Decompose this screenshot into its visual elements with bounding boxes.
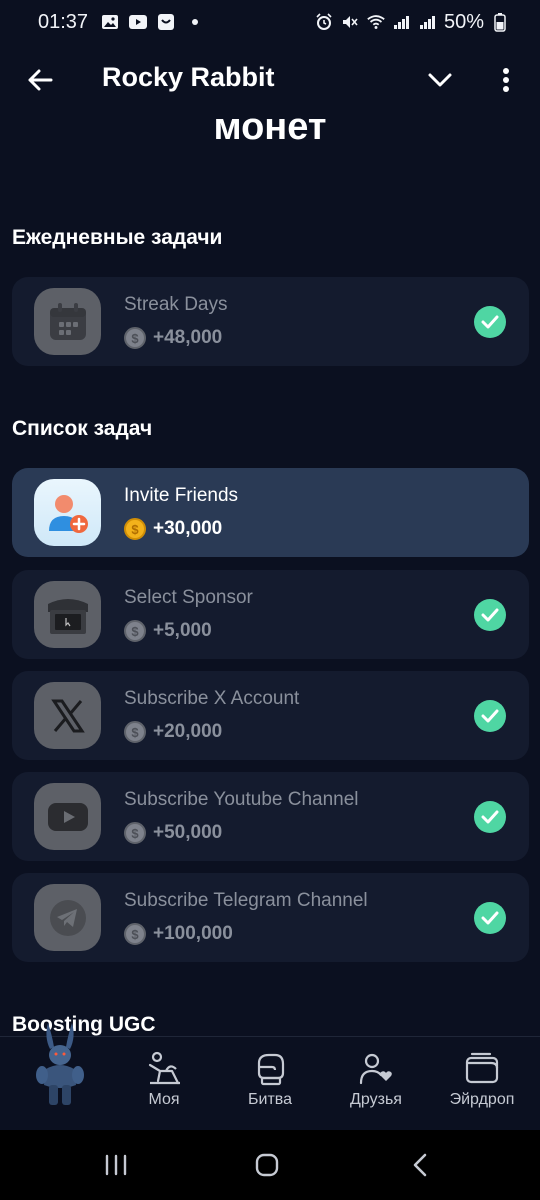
mute-icon (340, 13, 360, 31)
battery-percent: 50% (443, 10, 484, 33)
calendar-icon (34, 288, 101, 355)
task-title: Subscribe X Account (124, 688, 300, 709)
coin-icon: $ (124, 620, 146, 642)
wifi-icon (366, 13, 386, 31)
check-icon (474, 599, 506, 631)
workout-icon (148, 1051, 180, 1085)
task-title: Invite Friends (124, 485, 239, 506)
task-card-invite-friends[interactable]: Invite Friends $ +30,000 (12, 468, 529, 557)
nav-label: Эйрдроп (449, 1091, 515, 1108)
coin-icon: $ (124, 327, 146, 349)
reward-value: +20,000 (153, 721, 223, 742)
task-reward: $ +100,000 (124, 923, 233, 945)
status-bar: 01:37 50% (0, 0, 540, 44)
shop-notification-icon (156, 13, 176, 31)
wallet-icon (465, 1052, 499, 1084)
nav-item-druzya[interactable]: Друзья (331, 1051, 421, 1109)
more-notifications-dot (192, 19, 199, 25)
reward-value: +48,000 (153, 327, 223, 348)
daily-tasks-title: Ежедневные задачи (12, 226, 223, 249)
battery-icon (490, 13, 510, 32)
nav-item-airdrop[interactable]: Эйрдроп (437, 1051, 527, 1109)
nav-label: Друзья (350, 1091, 402, 1108)
nav-item-moya[interactable]: Моя (119, 1051, 209, 1109)
nav-label: Битва (248, 1091, 292, 1108)
task-card-streak-days[interactable]: Streak Days $ +48,000 (12, 277, 529, 366)
check-icon (474, 801, 506, 833)
task-reward: $ +20,000 (124, 721, 222, 743)
signal-icon (392, 13, 412, 31)
coin-icon: $ (124, 721, 146, 743)
home-icon (255, 1153, 279, 1177)
reward-value: +50,000 (153, 822, 223, 843)
task-title: Subscribe Youtube Channel (124, 789, 359, 810)
nav-item-bitva[interactable]: Битва (225, 1051, 315, 1109)
add-user-icon (34, 479, 101, 546)
app-title: Rocky Rabbit (102, 62, 275, 92)
page-heading-fragment: монет (213, 106, 327, 148)
task-list-title: Список задач (12, 417, 153, 440)
alarm-icon (314, 13, 334, 31)
collapse-button[interactable] (422, 62, 458, 98)
signal-2-icon (418, 13, 438, 31)
boxing-glove-icon (257, 1053, 285, 1086)
task-card-subscribe-youtube[interactable]: Subscribe Youtube Channel $ +50,000 (12, 772, 529, 861)
task-reward: $ +5,000 (124, 620, 212, 642)
x-logo-icon (34, 682, 101, 749)
check-icon (474, 902, 506, 934)
task-title: Select Sponsor (124, 587, 253, 608)
task-reward: $ +50,000 (124, 822, 222, 844)
more-vertical-icon (503, 68, 509, 92)
task-reward: $ +30,000 (124, 518, 222, 540)
status-time: 01:37 (38, 10, 89, 33)
recent-apps-icon (105, 1154, 127, 1176)
check-icon (474, 306, 506, 338)
task-title: Streak Days (124, 294, 228, 315)
bottom-nav: Моя Битва Друзья Эйрдроп (0, 1023, 540, 1130)
recent-apps-button[interactable] (96, 1150, 136, 1180)
back-button[interactable] (22, 62, 58, 98)
reward-value: +100,000 (153, 923, 233, 944)
task-reward: $ +48,000 (124, 327, 222, 349)
system-nav-bar (0, 1130, 540, 1200)
coin-icon: $ (124, 518, 146, 540)
task-card-select-sponsor[interactable]: Select Sponsor $ +5,000 (12, 570, 529, 659)
app-header: Rocky Rabbit (0, 52, 540, 104)
chevron-left-icon (413, 1153, 427, 1177)
back-arrow-icon (28, 69, 53, 91)
task-card-subscribe-telegram[interactable]: Subscribe Telegram Channel $ +100,000 (12, 873, 529, 962)
youtube-icon (34, 783, 101, 850)
chevron-down-icon (428, 73, 452, 87)
check-icon (474, 700, 506, 732)
rabbit-mascot-icon[interactable] (32, 1019, 88, 1111)
task-card-subscribe-x[interactable]: Subscribe X Account $ +20,000 (12, 671, 529, 760)
home-button[interactable] (247, 1150, 287, 1180)
task-title: Subscribe Telegram Channel (124, 890, 368, 911)
image-notification-icon (100, 13, 120, 31)
more-menu-button[interactable] (490, 62, 522, 98)
friends-icon (359, 1053, 392, 1085)
coin-icon: $ (124, 822, 146, 844)
youtube-notification-icon (128, 13, 148, 31)
nav-label: Моя (148, 1091, 180, 1108)
telegram-icon (34, 884, 101, 951)
system-back-button[interactable] (400, 1150, 440, 1180)
store-icon (34, 581, 101, 648)
reward-value: +30,000 (153, 518, 223, 539)
reward-value: +5,000 (153, 620, 212, 641)
coin-icon: $ (124, 923, 146, 945)
